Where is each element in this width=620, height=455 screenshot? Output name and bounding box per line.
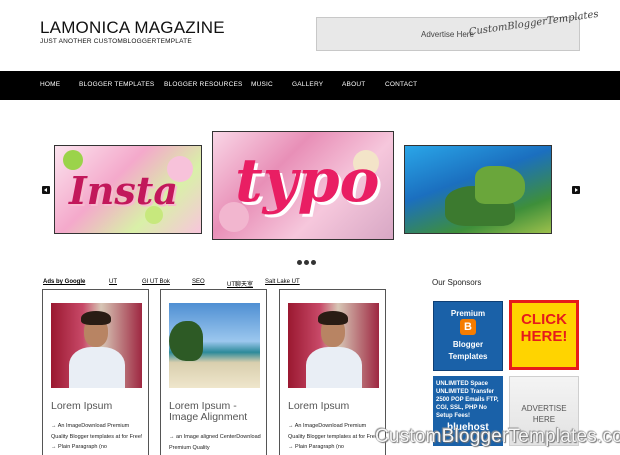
post-excerpt: → An ImageDownload Premium Quality Blogg… bbox=[288, 423, 380, 450]
slide-word: typo bbox=[235, 146, 380, 216]
nav-gallery[interactable]: GALLERY bbox=[292, 81, 323, 88]
ad-link[interactable]: GI UT Bok bbox=[142, 279, 170, 285]
ads-by-google-link[interactable]: Ads by Google bbox=[43, 279, 85, 285]
thumbnail-shape bbox=[69, 347, 125, 388]
sponsor-premium-blogger-templates[interactable]: Premium B Blogger Templates bbox=[433, 301, 503, 371]
main-nav: HOME BLOGGER TEMPLATES BLOGGER RESOURCES… bbox=[0, 71, 620, 100]
slider-dot[interactable] bbox=[311, 260, 316, 265]
slide-image-3[interactable] bbox=[404, 145, 552, 234]
decorative-blob bbox=[63, 150, 83, 170]
nav-contact[interactable]: CONTACT bbox=[385, 81, 417, 88]
post-excerpt: → An ImageDownload Premium Quality Blogg… bbox=[51, 423, 143, 450]
nav-home[interactable]: HOME bbox=[40, 81, 60, 88]
post-card: Lorem Ipsum → An ImageDownload Premium Q… bbox=[279, 289, 386, 455]
thumbnail-shape bbox=[306, 347, 362, 388]
ad-link[interactable]: UT聊天室 bbox=[227, 279, 253, 288]
ad-links-row: Ads by Google UT GI UT Bok SEO UT聊天室 Sal… bbox=[42, 279, 402, 289]
site-title[interactable]: LAMONICA MAGAZINE bbox=[40, 18, 225, 38]
ad-banner-text: Advertise Here bbox=[421, 30, 474, 39]
post-thumbnail[interactable] bbox=[51, 303, 142, 388]
ad-link[interactable]: Salt Lake UT bbox=[265, 279, 300, 285]
slider-dot[interactable] bbox=[297, 260, 302, 265]
ad-link[interactable]: SEO bbox=[192, 279, 205, 285]
post-excerpt: → an Image aligned CenterDownload Premiu… bbox=[169, 434, 261, 451]
decorative-landscape bbox=[475, 166, 525, 204]
blogger-logo-icon: B bbox=[460, 319, 476, 335]
header-ad-banner[interactable]: Advertise Here CustomBloggerTemplates bbox=[316, 9, 599, 51]
chevron-right-icon[interactable] bbox=[572, 186, 580, 194]
slider-dots bbox=[297, 252, 318, 265]
post-card: Lorem Ipsum → An ImageDownload Premium Q… bbox=[42, 289, 149, 455]
site-description: JUST ANOTHER CUSTOMBLOGGERTEMPLATE bbox=[40, 38, 192, 45]
sponsor-click-here[interactable]: CLICK HERE! bbox=[509, 300, 579, 370]
nav-blogger-resources[interactable]: BLOGGER RESOURCES bbox=[164, 81, 243, 88]
sponsor-text: UNLIMITED Space UNLIMITED Transfer 2500 … bbox=[436, 381, 499, 419]
chevron-left-icon[interactable] bbox=[42, 186, 50, 194]
slider-dot[interactable] bbox=[304, 260, 309, 265]
post-title[interactable]: Lorem Ipsum - Image Alignment bbox=[169, 401, 263, 423]
post-title[interactable]: Lorem Ipsum bbox=[288, 401, 382, 412]
sponsors-heading: Our Sponsors bbox=[432, 278, 482, 287]
sponsor-text: CLICK HERE! bbox=[520, 311, 568, 345]
thumbnail-shape bbox=[81, 311, 111, 325]
nav-about[interactable]: ABOUT bbox=[342, 81, 365, 88]
watermark: CustomBloggerTemplates.com bbox=[375, 426, 620, 447]
post-title[interactable]: Lorem Ipsum bbox=[51, 401, 145, 412]
sponsor-text: Blogger Templates bbox=[448, 340, 488, 361]
ad-banner-brand: CustomBloggerTemplates bbox=[468, 8, 600, 38]
post-thumbnail[interactable] bbox=[169, 303, 260, 388]
nav-blogger-templates[interactable]: BLOGGER TEMPLATES bbox=[79, 81, 154, 88]
thumbnail-shape bbox=[169, 321, 203, 361]
sponsor-text: ADVERTISE HERE bbox=[521, 404, 567, 424]
thumbnail-shape bbox=[318, 311, 348, 325]
nav-music[interactable]: MUSIC bbox=[251, 81, 273, 88]
slide-image-1[interactable]: Insta bbox=[54, 145, 202, 234]
post-card: Lorem Ipsum - Image Alignment → an Image… bbox=[160, 289, 267, 455]
slide-image-2[interactable]: typo bbox=[212, 131, 394, 240]
post-thumbnail[interactable] bbox=[288, 303, 379, 388]
slide-word: Insta bbox=[69, 168, 178, 213]
ad-link[interactable]: UT bbox=[109, 279, 117, 285]
